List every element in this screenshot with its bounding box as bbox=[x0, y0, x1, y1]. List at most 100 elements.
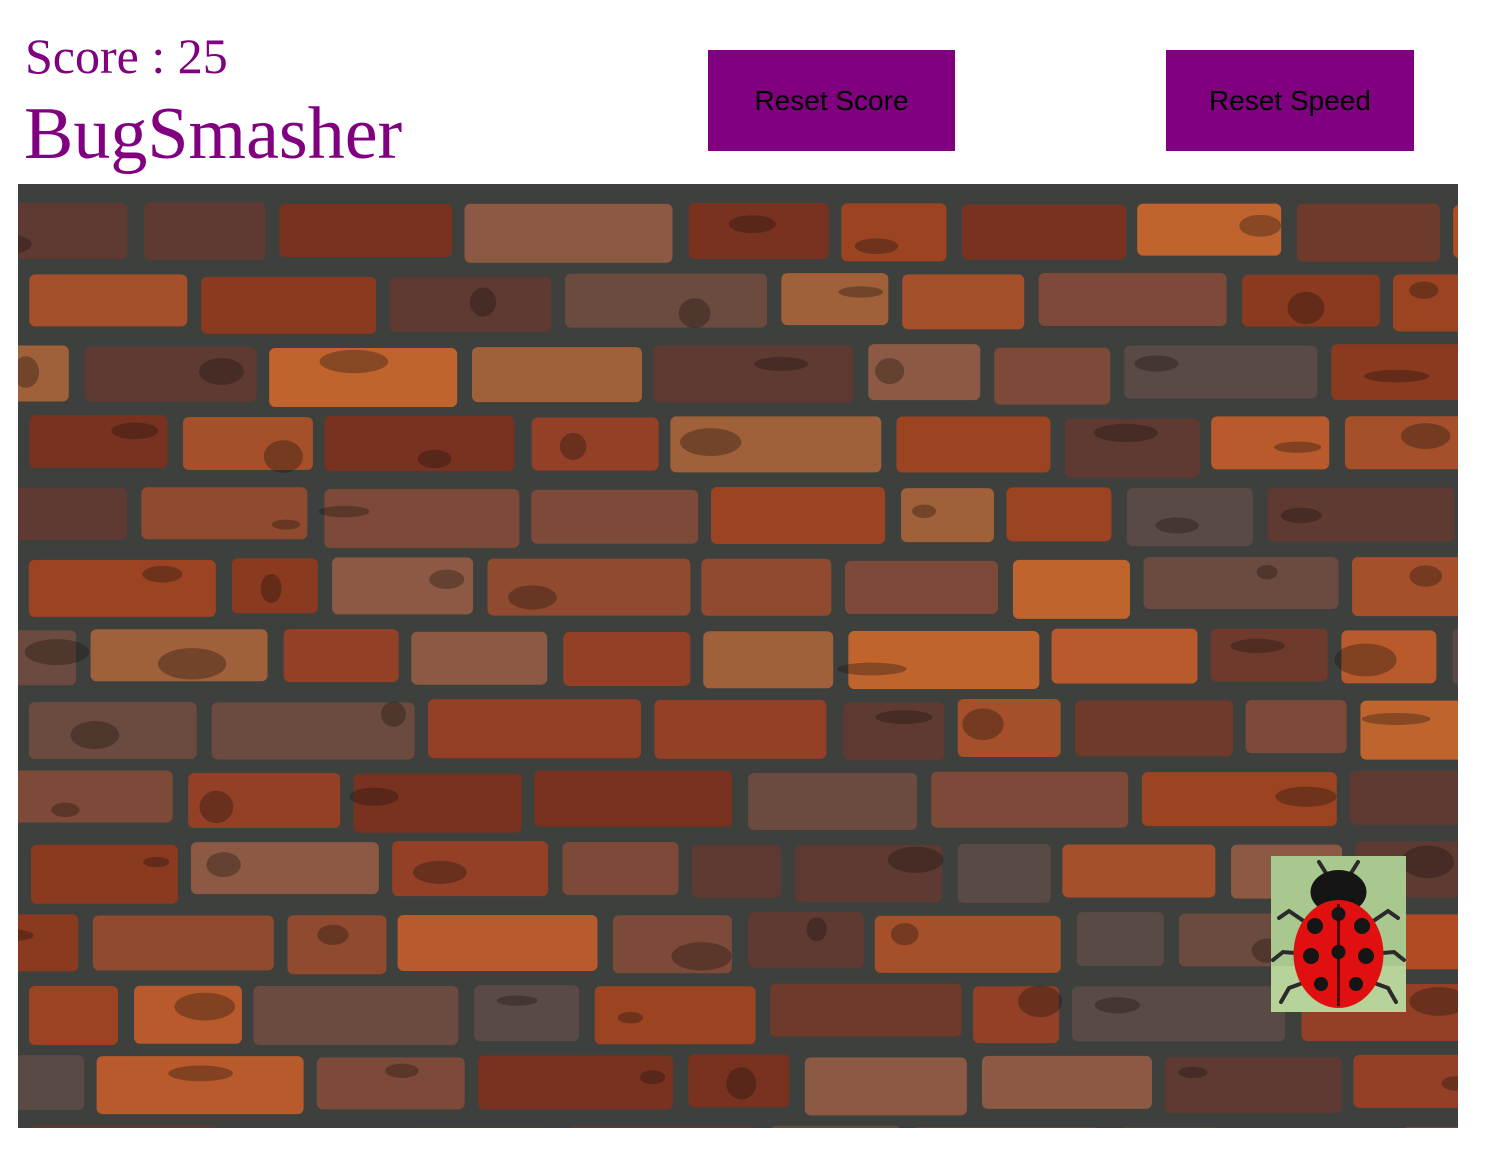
game-canvas[interactable] bbox=[18, 184, 1458, 1128]
brick bbox=[654, 699, 827, 759]
brick bbox=[143, 202, 266, 261]
brick-stain bbox=[680, 428, 742, 457]
brick-stain bbox=[1155, 517, 1199, 534]
brick bbox=[18, 770, 173, 823]
brick bbox=[201, 276, 377, 334]
brick bbox=[253, 985, 459, 1045]
brick-stain bbox=[726, 1067, 757, 1100]
brick bbox=[565, 273, 768, 328]
brick bbox=[531, 417, 659, 471]
brick-stain bbox=[806, 917, 827, 942]
brick bbox=[31, 1125, 218, 1128]
brick-stain bbox=[1018, 985, 1063, 1018]
brick bbox=[29, 274, 188, 327]
brick-stain bbox=[199, 790, 234, 824]
brick bbox=[324, 489, 520, 549]
brick-stain bbox=[24, 639, 89, 666]
brick bbox=[28, 559, 216, 617]
brick-stain bbox=[854, 238, 899, 255]
brick bbox=[1360, 700, 1458, 760]
brick-stain bbox=[1256, 565, 1278, 580]
brick bbox=[653, 345, 854, 403]
brick-stain bbox=[385, 1063, 419, 1079]
brick-stain bbox=[1361, 712, 1431, 725]
brick-stain bbox=[559, 432, 587, 460]
brick bbox=[981, 1055, 1152, 1109]
brick bbox=[18, 914, 79, 972]
brick-stain bbox=[1274, 441, 1322, 453]
brick bbox=[316, 1057, 465, 1110]
brick bbox=[804, 1057, 967, 1116]
brick-stain bbox=[349, 787, 399, 806]
brick-stain bbox=[962, 708, 1004, 741]
brick bbox=[931, 771, 1129, 828]
brick bbox=[562, 842, 679, 896]
brick-stain bbox=[263, 440, 303, 473]
brick-stain bbox=[143, 856, 170, 868]
brick-stain bbox=[317, 924, 349, 945]
ladybug-target[interactable] bbox=[1271, 856, 1406, 1012]
brick-stain bbox=[1401, 845, 1454, 879]
brick bbox=[478, 1055, 674, 1110]
game-title: BugSmasher bbox=[24, 93, 403, 175]
brick bbox=[896, 416, 1051, 473]
brick-stain bbox=[168, 1065, 233, 1082]
brick bbox=[411, 1127, 551, 1128]
brick bbox=[781, 273, 889, 326]
brick bbox=[1453, 205, 1458, 258]
brick-stain bbox=[417, 449, 452, 469]
brick-stain bbox=[1094, 997, 1141, 1014]
brick-stain bbox=[1409, 281, 1439, 299]
brick-stain bbox=[836, 662, 907, 676]
brick-stain bbox=[381, 701, 406, 727]
brick-stain bbox=[1275, 786, 1337, 807]
brick bbox=[957, 843, 1051, 903]
brick-stain bbox=[318, 505, 370, 518]
brick-stain bbox=[1178, 1066, 1208, 1079]
brick bbox=[29, 415, 168, 469]
brick bbox=[411, 631, 548, 685]
brick-stain bbox=[111, 422, 159, 440]
brick bbox=[534, 770, 733, 827]
brick bbox=[1164, 1057, 1342, 1114]
brick bbox=[1012, 559, 1130, 619]
brick bbox=[1051, 628, 1198, 684]
brick bbox=[701, 558, 832, 616]
brick bbox=[1452, 628, 1458, 685]
brick-stain bbox=[429, 569, 465, 589]
brick bbox=[1062, 844, 1216, 898]
brick-stain bbox=[912, 504, 937, 518]
brick bbox=[96, 1056, 304, 1115]
brick-stain bbox=[1364, 369, 1430, 383]
brick-stain bbox=[51, 802, 80, 818]
brick bbox=[769, 983, 962, 1037]
brick-stain bbox=[469, 287, 497, 317]
brick-stain bbox=[671, 942, 732, 971]
brick bbox=[18, 202, 128, 259]
score-display: Score : 25 bbox=[25, 28, 228, 84]
brick bbox=[563, 631, 691, 686]
brick bbox=[531, 489, 699, 544]
brick bbox=[902, 274, 1025, 330]
brick-stain bbox=[875, 358, 905, 384]
brick-stain bbox=[271, 519, 301, 530]
brick bbox=[283, 629, 399, 683]
brick bbox=[1072, 986, 1286, 1042]
brick bbox=[287, 915, 387, 975]
reset-speed-button[interactable]: Reset Speed bbox=[1166, 50, 1414, 151]
brick bbox=[1006, 487, 1112, 542]
brick bbox=[1076, 912, 1164, 967]
brick bbox=[1404, 1127, 1458, 1128]
brick bbox=[711, 486, 886, 544]
brick bbox=[28, 986, 118, 1046]
brick-stain bbox=[1093, 423, 1158, 443]
reset-score-button[interactable]: Reset Score bbox=[708, 50, 955, 151]
brick bbox=[141, 487, 308, 540]
brick bbox=[848, 630, 1040, 689]
brick bbox=[748, 772, 918, 830]
brick bbox=[474, 985, 580, 1042]
brick bbox=[1143, 557, 1339, 610]
brick bbox=[1245, 700, 1347, 754]
brick bbox=[1210, 628, 1328, 682]
brick bbox=[1038, 273, 1227, 327]
